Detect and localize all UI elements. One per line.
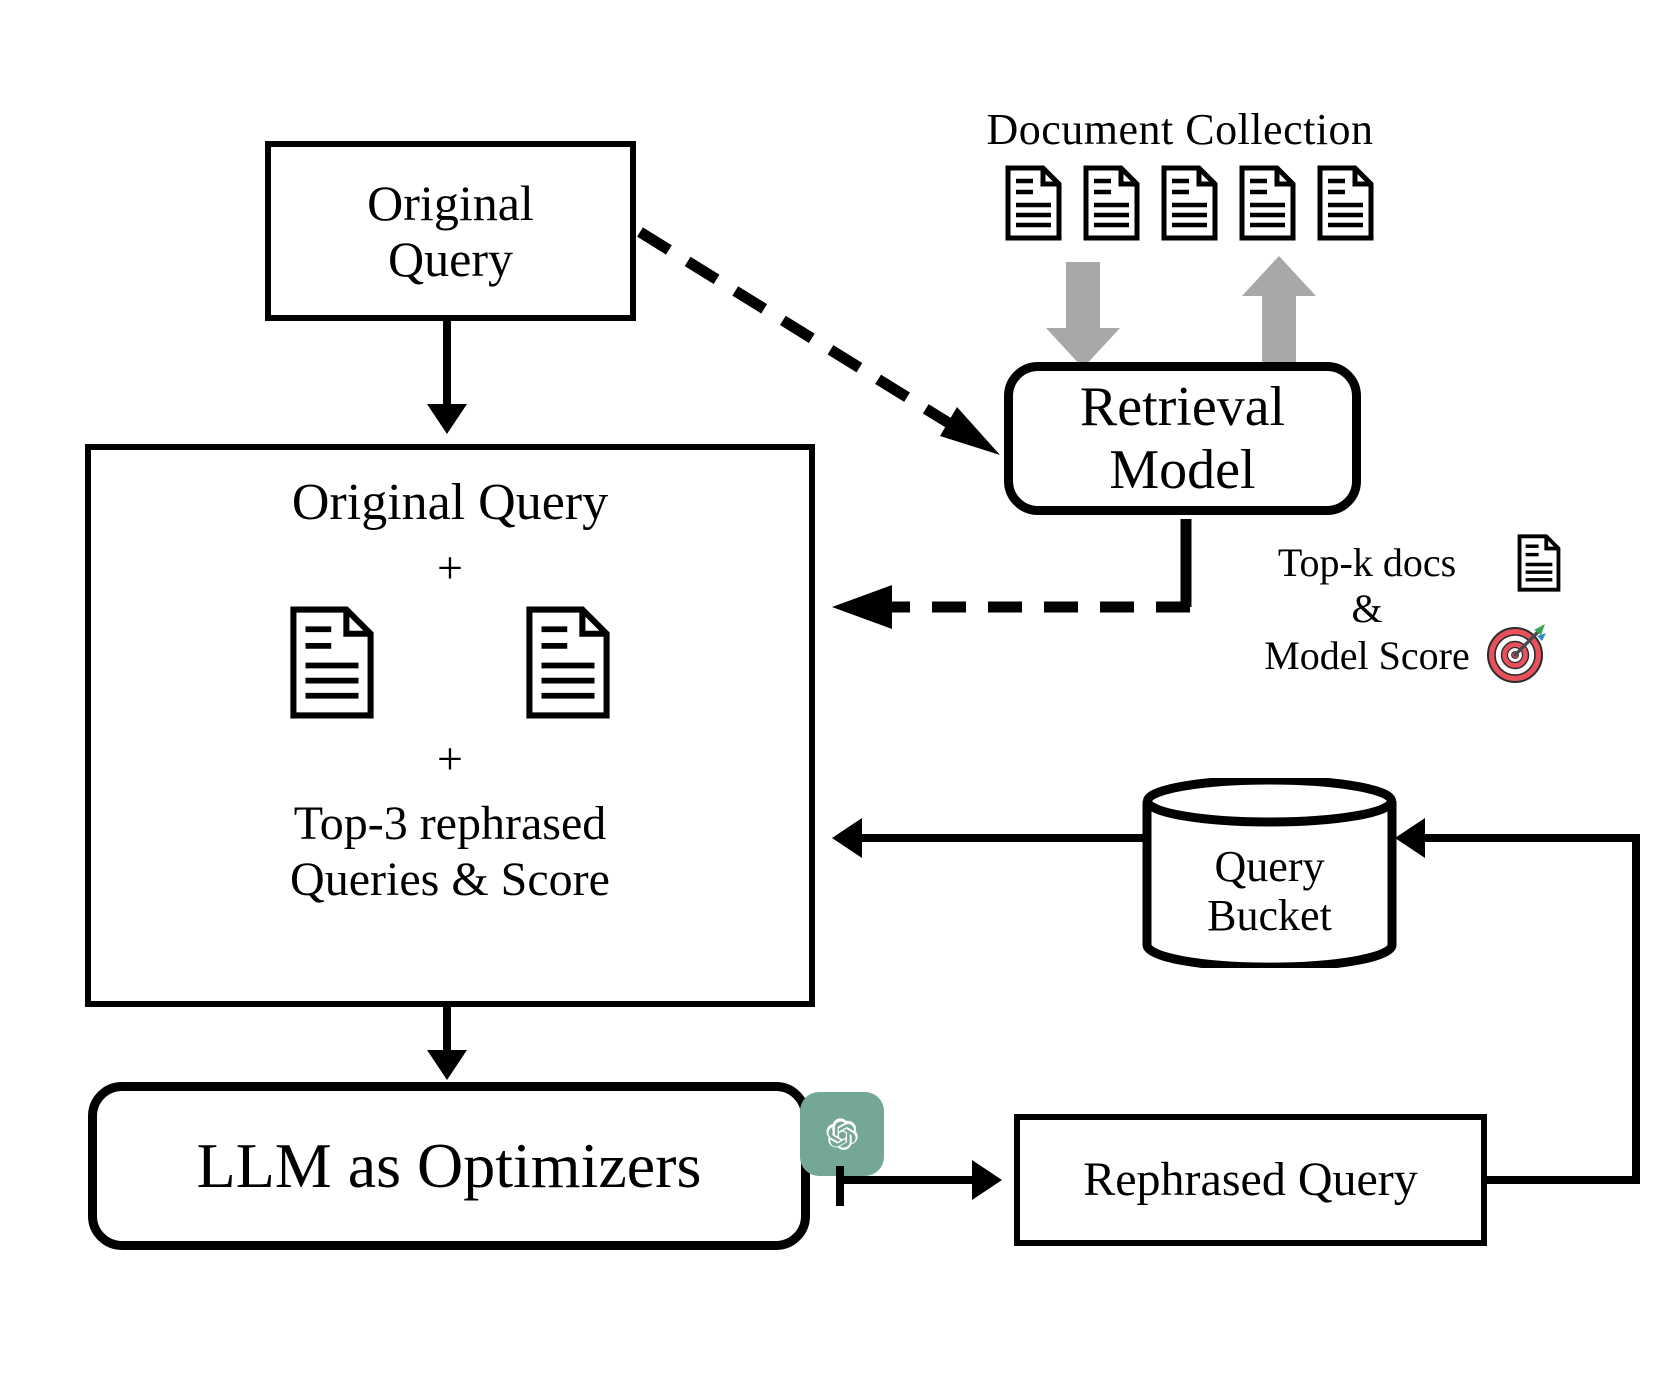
rephrased-query-node: Rephrased Query — [1014, 1114, 1487, 1246]
combined-tail-line-2: Queries & Score — [290, 853, 610, 907]
edge-original-to-combined-arrowhead — [427, 404, 467, 434]
combined-plus-2: + — [437, 732, 463, 784]
retrieval-model-label: Retrieval Model — [1080, 376, 1285, 501]
edge-bucket-to-combined-line — [862, 834, 1144, 842]
llm-optimizers-node: LLM as Optimizers — [88, 1082, 810, 1250]
query-bucket-label: Query Bucket — [1142, 842, 1397, 941]
topk-line-3: Model Score — [1264, 632, 1470, 678]
edge-rephrased-to-bucket-arrowhead — [1395, 818, 1425, 858]
edge-llm-to-rephrased-arrowhead — [972, 1160, 1002, 1200]
openai-logo-icon — [800, 1092, 884, 1176]
edge-combined-to-llm-arrowhead — [427, 1050, 467, 1080]
edge-rephrased-to-bucket-top — [1425, 834, 1640, 842]
retrieval-model-line-2: Model — [1109, 438, 1256, 501]
query-bucket-line-1: Query — [1214, 842, 1325, 891]
diagram-canvas: Document Collection Original Query Origi… — [0, 0, 1661, 1399]
edge-original-to-combined-stem — [443, 321, 451, 409]
original-query-node: Original Query — [265, 141, 636, 321]
document-icon — [523, 605, 613, 720]
topk-line-1: Top-k docs — [1277, 540, 1457, 585]
document-icon — [1239, 165, 1296, 241]
document-collection-label: Document Collection — [986, 105, 1374, 154]
edge-retrieval-to-combined-dashed — [832, 519, 1192, 629]
llm-optimizers-label: LLM as Optimizers — [196, 1130, 702, 1202]
rephrased-query-label: Rephrased Query — [1083, 1153, 1418, 1207]
combined-tail-line-1: Top-3 rephrased — [293, 796, 607, 850]
combined-input-title: Original Query — [291, 474, 609, 531]
document-icon — [287, 605, 377, 720]
edge-bucket-to-combined-arrowhead — [832, 818, 862, 858]
original-query-line-1: Original — [367, 175, 534, 231]
document-icon — [1516, 534, 1562, 592]
target-emoji-icon — [1485, 622, 1547, 684]
edge-llm-to-rephrased-drop — [836, 1166, 844, 1206]
edge-rephrased-to-bucket-base — [1485, 1176, 1640, 1184]
query-bucket-line-2: Bucket — [1207, 891, 1332, 941]
gray-down-arrow — [1046, 262, 1120, 368]
retrieval-model-node: Retrieval Model — [1004, 362, 1361, 515]
original-query-label: Original Query — [367, 175, 534, 287]
combined-input-node: Original Query + + Top-3 rephrased Queri… — [85, 444, 815, 1007]
retrieval-model-line-1: Retrieval — [1079, 375, 1286, 438]
edge-original-query-to-retrieval-dashed — [637, 227, 1000, 455]
query-bucket-node: Query Bucket — [1142, 778, 1397, 968]
topk-docs-label: Top-k docs & Model Score — [1222, 540, 1512, 679]
document-icon — [1005, 165, 1062, 241]
gray-up-arrow — [1242, 256, 1316, 362]
combined-input-tail: Top-3 rephrased Queries & Score — [290, 796, 610, 909]
original-query-line-2: Query — [388, 231, 513, 287]
edge-combined-to-llm-stem — [443, 1007, 451, 1053]
document-icon — [1083, 165, 1140, 241]
combined-plus-1: + — [437, 541, 463, 593]
document-collection-icons — [1005, 165, 1374, 241]
edge-rephrased-to-bucket-riser — [1632, 834, 1640, 1182]
edge-llm-to-rephrased-line — [836, 1176, 976, 1184]
topk-line-2: & — [1351, 586, 1383, 632]
combined-document-icons — [287, 605, 613, 720]
document-icon — [1317, 165, 1374, 241]
document-icon — [1161, 165, 1218, 241]
